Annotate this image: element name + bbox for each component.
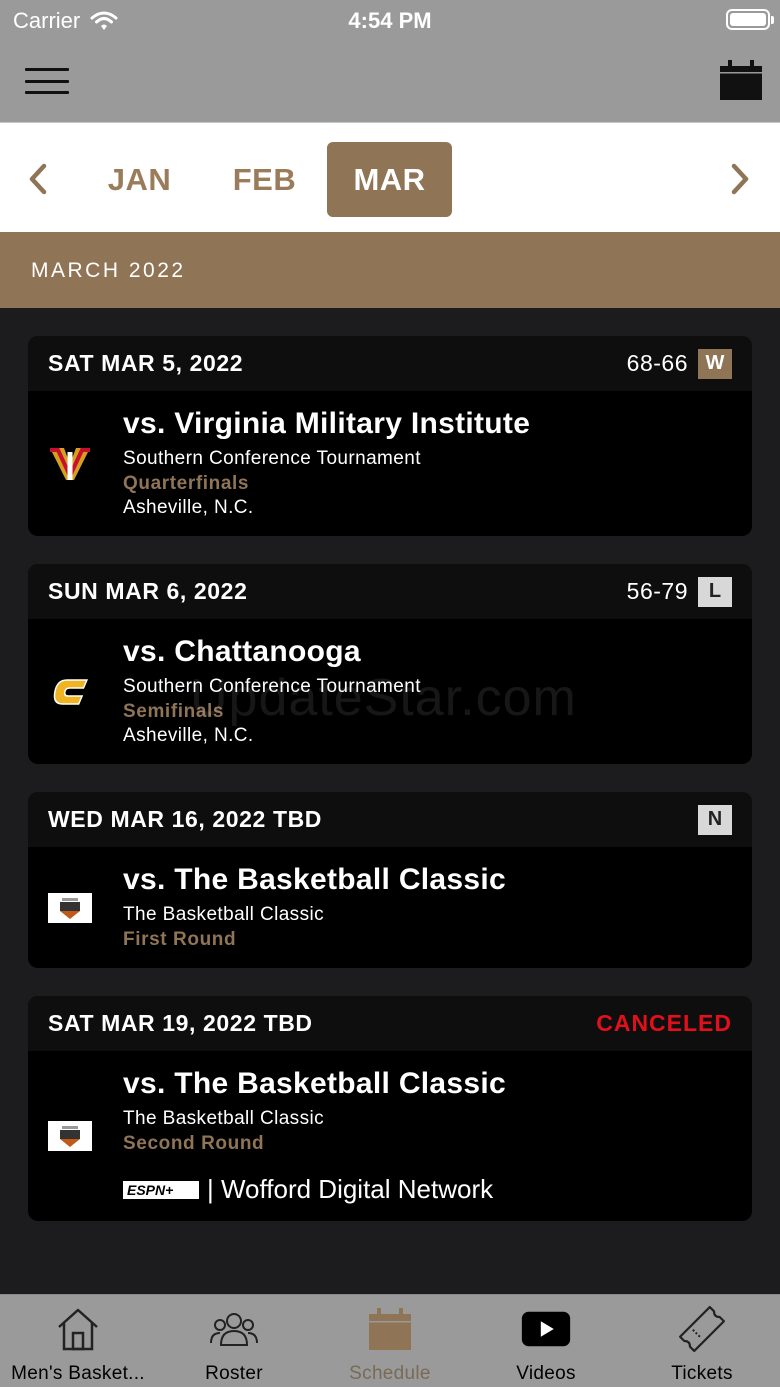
play-icon xyxy=(521,1311,571,1347)
status-bar: Carrier 4:54 PM xyxy=(0,0,780,40)
game-date: SUN MAR 6, 2022 xyxy=(48,578,248,604)
home-icon xyxy=(58,1308,98,1351)
neutral-site-badge: N xyxy=(698,804,732,835)
tab-schedule[interactable]: Schedule xyxy=(312,1295,468,1387)
opponent-name: vs. Virginia Military Institute xyxy=(123,407,531,440)
nav-bar xyxy=(0,40,780,122)
svg-text:ESPN+: ESPN+ xyxy=(127,1182,173,1198)
broadcast-network: | Wofford Digital Network xyxy=(207,1174,494,1204)
espn-plus-logo-icon: ESPN+ xyxy=(123,1180,199,1199)
round-name: First Round xyxy=(123,929,237,950)
game-date: SAT MAR 5, 2022 xyxy=(48,350,244,376)
event-name: The Basketball Classic xyxy=(123,904,324,925)
game-location: Asheville, N.C. xyxy=(123,497,254,518)
result-badge: L xyxy=(698,576,732,607)
broadcast-info[interactable]: ESPN+ | Wofford Digital Network xyxy=(123,1174,732,1205)
basketball-classic-logo-icon xyxy=(46,1112,94,1160)
game-card-body: vs. The Basketball Classic The Basketbal… xyxy=(28,1051,752,1221)
canceled-label: CANCELED xyxy=(596,1010,732,1036)
game-card-body: vs. Chattanooga Southern Conference Tour… xyxy=(28,619,752,764)
tab-tickets[interactable]: Tickets xyxy=(624,1295,780,1387)
vmi-logo-icon xyxy=(46,440,94,488)
event-name: The Basketball Classic xyxy=(123,1108,324,1129)
tab-label: Men's Basket... xyxy=(11,1363,145,1384)
game-card-header: SAT MAR 19, 2022 TBD CANCELED xyxy=(28,996,752,1051)
calendar-button[interactable] xyxy=(719,58,763,102)
tab-bar: Men's Basket... Roster Schedule Videos T… xyxy=(0,1294,780,1387)
tab-label: Tickets xyxy=(671,1363,733,1384)
chattanooga-logo-icon xyxy=(46,668,94,716)
tab-label: Schedule xyxy=(349,1363,431,1384)
month-tab-mar[interactable]: MAR xyxy=(327,142,452,217)
month-tab-jan[interactable]: JAN xyxy=(77,142,202,217)
roster-icon xyxy=(210,1313,258,1346)
round-name: Quarterfinals xyxy=(123,473,250,494)
game-card-header: WED MAR 16, 2022 TBD N xyxy=(28,792,752,847)
game-card[interactable]: SAT MAR 19, 2022 TBD CANCELED vs. The Ba… xyxy=(28,996,752,1221)
game-card-header: SAT MAR 5, 2022 68-66 W xyxy=(28,336,752,391)
event-name: Southern Conference Tournament xyxy=(123,448,421,469)
game-location: Asheville, N.C. xyxy=(123,725,254,746)
tab-mens-basketball[interactable]: Men's Basket... xyxy=(0,1295,156,1387)
ticket-icon xyxy=(678,1305,726,1353)
game-card[interactable]: WED MAR 16, 2022 TBD N vs. The Basketbal… xyxy=(28,792,752,968)
month-selector: JAN FEB MAR xyxy=(0,122,780,232)
event-name: Southern Conference Tournament xyxy=(123,676,421,697)
opponent-name: vs. Chattanooga xyxy=(123,635,361,668)
tab-label: Roster xyxy=(205,1363,263,1384)
game-score: 56-79 xyxy=(626,578,688,604)
game-card-body: vs. The Basketball Classic The Basketbal… xyxy=(28,847,752,968)
calendar-icon xyxy=(369,1308,411,1350)
month-tab-feb[interactable]: FEB xyxy=(202,142,327,217)
game-card[interactable]: SAT MAR 5, 2022 68-66 W vs. Virginia Mil… xyxy=(28,336,752,536)
previous-month-arrow-icon[interactable] xyxy=(24,161,54,197)
game-card-body: vs. Virginia Military Institute Southern… xyxy=(28,391,752,536)
game-card-header: SUN MAR 6, 2022 56-79 L xyxy=(28,564,752,619)
basketball-classic-logo-icon xyxy=(46,884,94,932)
next-month-arrow-icon[interactable] xyxy=(724,161,754,197)
tab-roster[interactable]: Roster xyxy=(156,1295,312,1387)
battery-icon xyxy=(726,9,774,30)
round-name: Semifinals xyxy=(123,701,225,722)
game-score: 68-66 xyxy=(626,350,688,376)
game-date: SAT MAR 19, 2022 TBD xyxy=(48,1010,313,1036)
opponent-name: vs. The Basketball Classic xyxy=(123,1067,506,1100)
month-heading: MARCH 2022 xyxy=(0,232,780,308)
game-card[interactable]: SUN MAR 6, 2022 56-79 L vs. Chattanooga … xyxy=(28,564,752,764)
result-badge: W xyxy=(698,348,732,379)
game-date: WED MAR 16, 2022 TBD xyxy=(48,806,323,832)
menu-icon[interactable] xyxy=(25,68,69,94)
opponent-name: vs. The Basketball Classic xyxy=(123,863,506,896)
round-name: Second Round xyxy=(123,1133,265,1154)
tab-label: Videos xyxy=(516,1363,576,1384)
clock: 4:54 PM xyxy=(348,8,432,33)
game-list: SAT MAR 5, 2022 68-66 W vs. Virginia Mil… xyxy=(28,336,752,1249)
tab-videos[interactable]: Videos xyxy=(468,1295,624,1387)
